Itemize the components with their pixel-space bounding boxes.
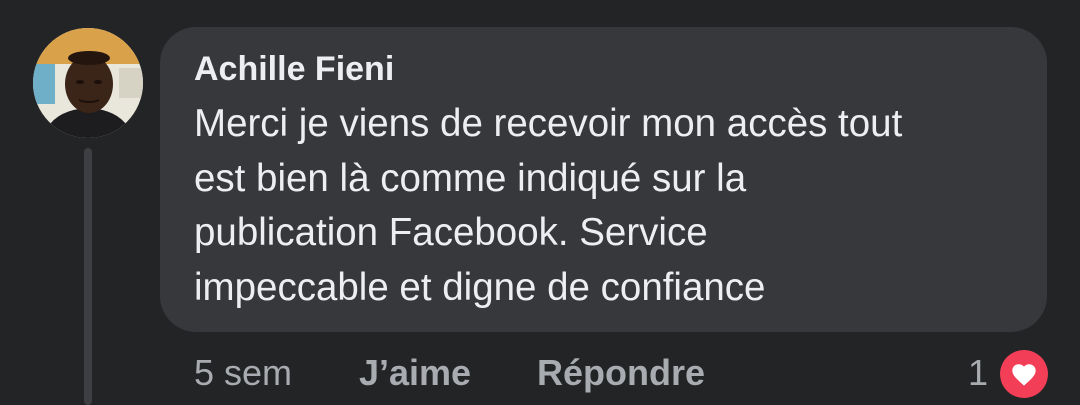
comment-author[interactable]: Achille Fieni — [194, 49, 1013, 89]
like-button[interactable]: J’aime — [359, 349, 471, 397]
comment-text: Merci je viens de recevoir mon accès tou… — [194, 102, 903, 309]
thread-line — [84, 148, 92, 405]
reply-button[interactable]: Répondre — [537, 349, 705, 397]
heart-icon[interactable] — [1000, 350, 1048, 398]
comment-timestamp[interactable]: 5 sem — [194, 349, 292, 397]
heart-glyph — [1012, 364, 1036, 386]
avatar[interactable] — [33, 28, 143, 138]
reaction-count[interactable]: 1 — [968, 349, 988, 397]
avatar-photo — [33, 28, 143, 138]
comment-bubble: Achille Fieni Merci je viens de recevoir… — [160, 27, 1047, 332]
